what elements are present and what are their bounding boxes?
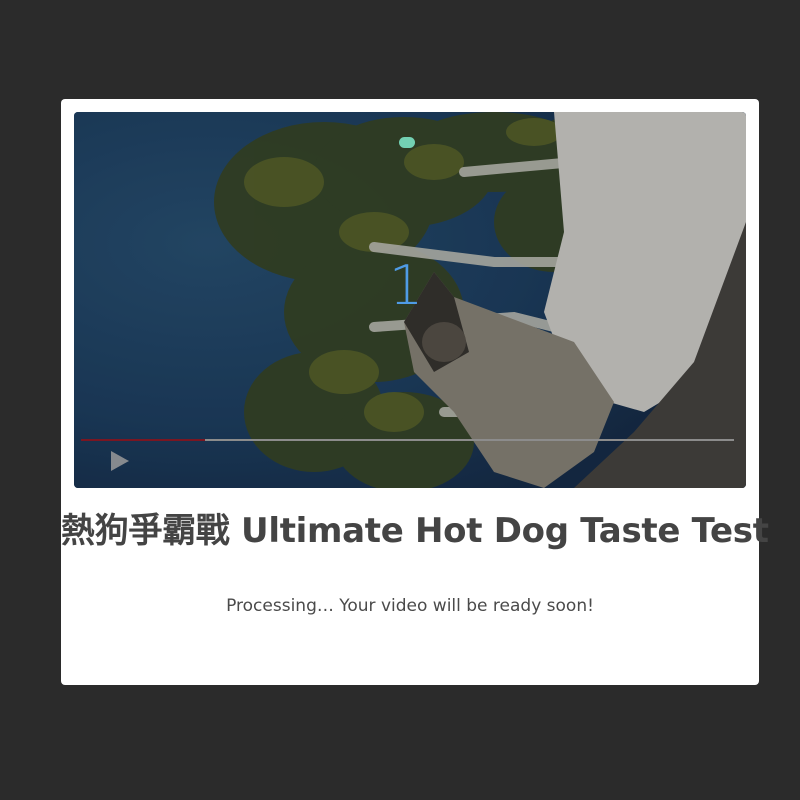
processing-message: Processing… Your video will be ready soo… xyxy=(226,596,594,616)
countdown-number: 1 xyxy=(388,254,424,317)
play-icon xyxy=(111,451,129,471)
status-indicator xyxy=(399,137,415,148)
progress-bar[interactable] xyxy=(81,439,734,441)
progress-bar-fill xyxy=(81,439,206,441)
play-button[interactable] xyxy=(108,449,132,473)
video-card: 1 熱狗爭霸戰 Ultimate Hot Dog Taste Test Proc… xyxy=(61,99,769,685)
video-title: 熱狗爭霸戰 Ultimate Hot Dog Taste Test xyxy=(61,511,769,551)
video-player[interactable]: 1 xyxy=(74,112,746,488)
